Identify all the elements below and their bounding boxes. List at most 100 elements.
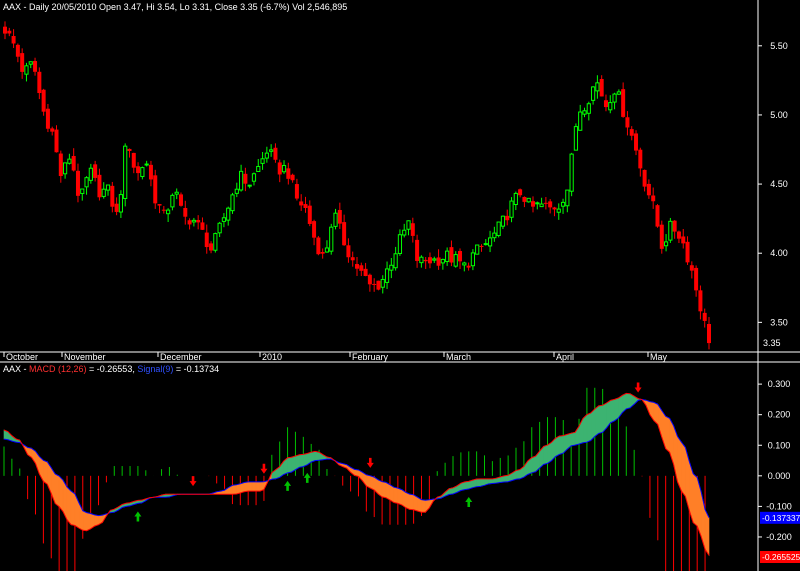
candle-body-down bbox=[702, 312, 707, 321]
candle-body-up bbox=[453, 254, 458, 267]
month-label: March bbox=[446, 352, 471, 362]
chart-window: 5.50 5.00 4.50 4.00 3.50 3.35 October November D… bbox=[0, 0, 800, 571]
macd-tick-label: 0.300 bbox=[768, 379, 791, 389]
candle-body-down bbox=[320, 252, 325, 254]
candle-body-down bbox=[363, 268, 368, 277]
candle-body-down bbox=[376, 280, 381, 290]
candle-body-down bbox=[148, 164, 153, 180]
candle-body-down bbox=[522, 196, 527, 202]
month-label: December bbox=[160, 352, 202, 362]
macd-bull-fill bbox=[582, 414, 588, 444]
candle-body-up bbox=[496, 221, 501, 237]
macd-bull-fill bbox=[531, 455, 537, 474]
candle-body-up bbox=[140, 167, 145, 178]
candle-body-down bbox=[187, 220, 192, 225]
candle-body-up bbox=[230, 194, 235, 212]
candle-body-up bbox=[616, 91, 621, 95]
month-label: May bbox=[650, 352, 668, 362]
candle-body-down bbox=[303, 204, 308, 208]
candle-body-down bbox=[3, 26, 7, 34]
macd-bear-fill bbox=[232, 484, 237, 495]
buy-arrow-icon bbox=[284, 480, 292, 491]
macd-bull-fill bbox=[594, 405, 600, 438]
candle-body-down bbox=[629, 129, 634, 136]
candle-body-down bbox=[110, 185, 115, 207]
candle-body-up bbox=[144, 163, 149, 166]
last-close-label: 3.35 bbox=[763, 338, 781, 348]
price-tick-label: 3.50 bbox=[770, 317, 788, 327]
macd-tick-label: 0.100 bbox=[768, 440, 791, 450]
candle-body-up bbox=[333, 212, 338, 227]
candle-body-up bbox=[445, 250, 450, 262]
month-label: November bbox=[64, 352, 106, 362]
candle-body-down bbox=[707, 324, 711, 344]
candle-body-down bbox=[518, 189, 523, 196]
macd-bear-fill bbox=[255, 481, 261, 492]
candle-body-up bbox=[24, 65, 29, 75]
macd-bull-fill bbox=[314, 451, 320, 461]
candle-body-up bbox=[513, 192, 518, 205]
macd-bull-fill bbox=[610, 399, 615, 424]
candle-body-down bbox=[136, 166, 141, 174]
candle-body-down bbox=[466, 265, 471, 268]
candle-body-up bbox=[500, 215, 506, 227]
candle-body-up bbox=[123, 145, 128, 199]
candle-body-up bbox=[80, 188, 85, 195]
macd-bear-fill bbox=[66, 486, 72, 526]
macd-bear-fill bbox=[86, 512, 91, 532]
month-label: February bbox=[352, 352, 389, 362]
candle-body-up bbox=[590, 86, 596, 101]
macd-bear-fill bbox=[54, 473, 60, 508]
macd-bear-fill bbox=[692, 473, 698, 527]
candle-body-up bbox=[432, 258, 437, 261]
candle-body-down bbox=[346, 245, 351, 258]
candle-body-down bbox=[350, 257, 355, 261]
candle-body-down bbox=[33, 60, 38, 72]
candle-body-down bbox=[200, 222, 205, 230]
candle-body-up bbox=[470, 252, 476, 267]
candle-body-up bbox=[329, 226, 334, 252]
macd-label: MACD (12,26) bbox=[29, 364, 87, 374]
candle-body-down bbox=[299, 201, 304, 206]
candle-body-up bbox=[393, 253, 398, 269]
candle-body-down bbox=[37, 71, 42, 94]
candle-body-up bbox=[213, 233, 218, 251]
candle-body-down bbox=[277, 162, 282, 175]
candle-body-down bbox=[458, 251, 463, 262]
buy-arrow-icon bbox=[134, 511, 142, 522]
candle-body-down bbox=[543, 202, 548, 204]
macd-bear-fill bbox=[82, 510, 87, 532]
sell-arrow-icon bbox=[634, 382, 642, 393]
macd-bull-fill bbox=[543, 444, 548, 465]
signal-value-tag-text: -0.137337 bbox=[762, 513, 800, 523]
candle-body-down bbox=[75, 170, 80, 196]
sell-arrow-icon bbox=[260, 463, 268, 474]
macd-bear-fill bbox=[409, 493, 414, 511]
candle-body-down bbox=[342, 222, 347, 246]
candle-body-up bbox=[384, 268, 390, 283]
candle-body-down bbox=[410, 223, 415, 236]
candle-body-down bbox=[367, 274, 372, 285]
candle-body-up bbox=[539, 203, 544, 208]
macd-bull-fill bbox=[299, 454, 304, 468]
candle-body-down bbox=[659, 224, 664, 249]
candle-body-down bbox=[599, 78, 604, 97]
candle-body-down bbox=[681, 236, 686, 244]
candle-body-up bbox=[264, 152, 269, 159]
candle-body-up bbox=[88, 167, 93, 181]
candle-body-down bbox=[436, 257, 441, 266]
candle-body-up bbox=[595, 82, 600, 92]
macd-bull-fill bbox=[614, 397, 619, 422]
macd-bull-fill bbox=[558, 435, 564, 455]
candle-body-up bbox=[260, 158, 265, 164]
chart-canvas: 5.50 5.00 4.50 4.00 3.50 3.35 October November D… bbox=[0, 0, 800, 571]
candle-body-down bbox=[449, 247, 454, 263]
candle-body-up bbox=[247, 184, 252, 187]
macd-bear-fill bbox=[381, 481, 387, 499]
macd-bull-fill bbox=[464, 481, 470, 490]
candle-body-down bbox=[505, 215, 510, 221]
candle-body-up bbox=[389, 264, 394, 271]
macd-bull-fill bbox=[625, 393, 631, 410]
candle-body-up bbox=[84, 177, 89, 188]
candle-body-down bbox=[603, 100, 608, 108]
